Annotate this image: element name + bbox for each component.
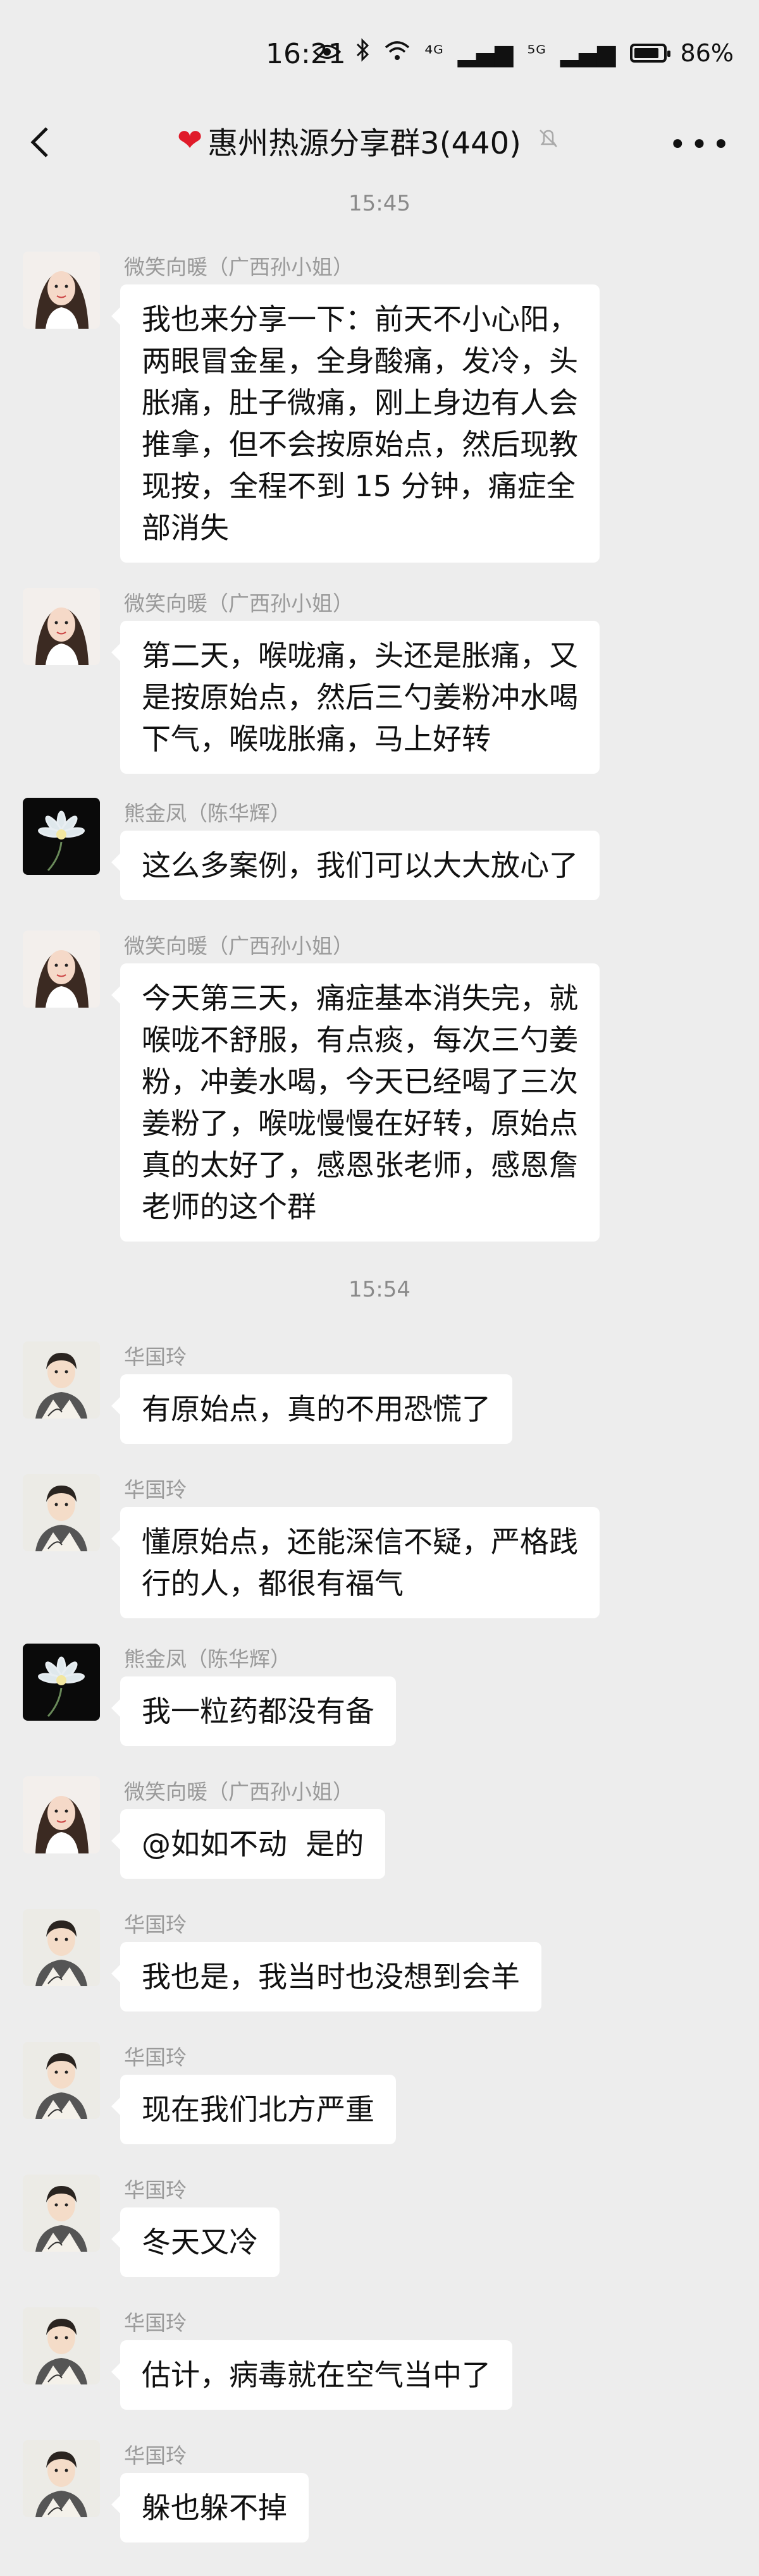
sender-name: 华国玲 [124, 2178, 187, 2202]
avatar[interactable] [23, 2440, 100, 2517]
avatar[interactable] [23, 588, 100, 665]
message-bubble[interactable]: 我一粒药都没有备 [111, 1676, 396, 1746]
avatar[interactable] [23, 1341, 100, 1419]
sender-name: 微笑向暖（广西孙小姐） [124, 591, 354, 616]
message-bubble[interactable]: 今天第三天，痛症基本消失完，就 喉咙不舒服，有点痰，每次三勺姜 粉，冲姜水喝，今… [111, 963, 600, 1242]
sender-name: 华国玲 [124, 1345, 187, 1369]
signal-bars-icon: ▂▄▆ [560, 39, 616, 67]
avatar[interactable] [23, 2175, 100, 2252]
message-bubble[interactable]: 有原始点，真的不用恐慌了 [111, 1374, 512, 1444]
back-button[interactable] [19, 117, 70, 168]
sender-name: 微笑向暖（广西孙小姐） [124, 1779, 354, 1804]
sender-name: 华国玲 [124, 1477, 187, 1502]
message-bubble[interactable]: 我也是，我当时也没想到会羊 [111, 1942, 541, 2011]
chat-title: ❤ 惠州热源分享群3(440) [177, 118, 560, 162]
signal-1-icon: ⁴ᴳ [424, 40, 444, 65]
avatar[interactable] [23, 798, 100, 875]
message-timestamp: 15:45 [349, 191, 410, 216]
chat-title-text: 惠州热源分享群3(440) [207, 126, 521, 161]
avatar[interactable] [23, 1474, 100, 1551]
message-bubble[interactable]: 这么多案例，我们可以大大放心了 [111, 831, 600, 900]
avatar[interactable] [23, 931, 100, 1008]
bluetooth-icon [355, 38, 370, 68]
message-timestamp: 15:54 [349, 1277, 410, 1302]
message-bubble[interactable]: 现在我们北方严重 [111, 2075, 396, 2144]
signal-bars-icon: ▂▄▆ [457, 39, 514, 67]
avatar[interactable] [23, 252, 100, 329]
avatar[interactable] [23, 2307, 100, 2384]
message-bubble[interactable]: 冬天又冷 [111, 2207, 280, 2277]
message-bubble[interactable]: 我也来分享一下：前天不小心阳， 两眼冒金星，全身酸痛，发冷，头 胀痛，肚子微痛，… [111, 284, 600, 563]
sender-name: 华国玲 [124, 2310, 187, 2335]
chevron-left-icon [30, 127, 48, 157]
eye-icon [313, 39, 342, 67]
sender-name: 华国玲 [124, 2443, 187, 2468]
message-bubble[interactable]: 躲也躲不掉 [111, 2473, 309, 2542]
message-bubble[interactable]: 第二天，喉咙痛，头还是胀痛，又 是按原始点，然后三勺姜粉冲水喝 下气，喉咙胀痛，… [111, 621, 600, 774]
signal-2-icon: ⁵ᴳ [527, 40, 546, 65]
sender-name: 熊金凤（陈华辉） [124, 801, 291, 826]
wifi-icon [384, 39, 410, 67]
more-options-button[interactable]: ••• [669, 127, 734, 162]
heart-icon: ❤ [177, 123, 203, 158]
status-bar: 16:21 ⁴ᴳ ▂▄▆ ⁵ᴳ ▂▄▆ 86% [0, 0, 759, 111]
avatar[interactable] [23, 1644, 100, 1721]
mute-bell-icon [536, 123, 560, 158]
battery-percent: 86% [680, 39, 734, 67]
message-bubble[interactable]: 估计，病毒就在空气当中了 [111, 2340, 512, 2410]
avatar[interactable] [23, 1909, 100, 1986]
avatar[interactable] [23, 2042, 100, 2119]
nav-bar: ❤ 惠州热源分享群3(440) ••• [0, 111, 759, 177]
status-icons: ⁴ᴳ ▂▄▆ ⁵ᴳ ▂▄▆ 86% [313, 38, 734, 68]
sender-name: 微笑向暖（广西孙小姐） [124, 934, 354, 958]
battery-icon [629, 43, 670, 63]
sender-name: 熊金凤（陈华辉） [124, 1647, 291, 1671]
sender-name: 华国玲 [124, 1912, 187, 1937]
sender-name: 微笑向暖（广西孙小姐） [124, 255, 354, 279]
message-bubble[interactable]: @如如不动 是的 [111, 1809, 386, 1879]
sender-name: 华国玲 [124, 2045, 187, 2070]
message-bubble[interactable]: 懂原始点，还能深信不疑，严格践 行的人，都很有福气 [111, 1507, 600, 1618]
avatar[interactable] [23, 1776, 100, 1853]
